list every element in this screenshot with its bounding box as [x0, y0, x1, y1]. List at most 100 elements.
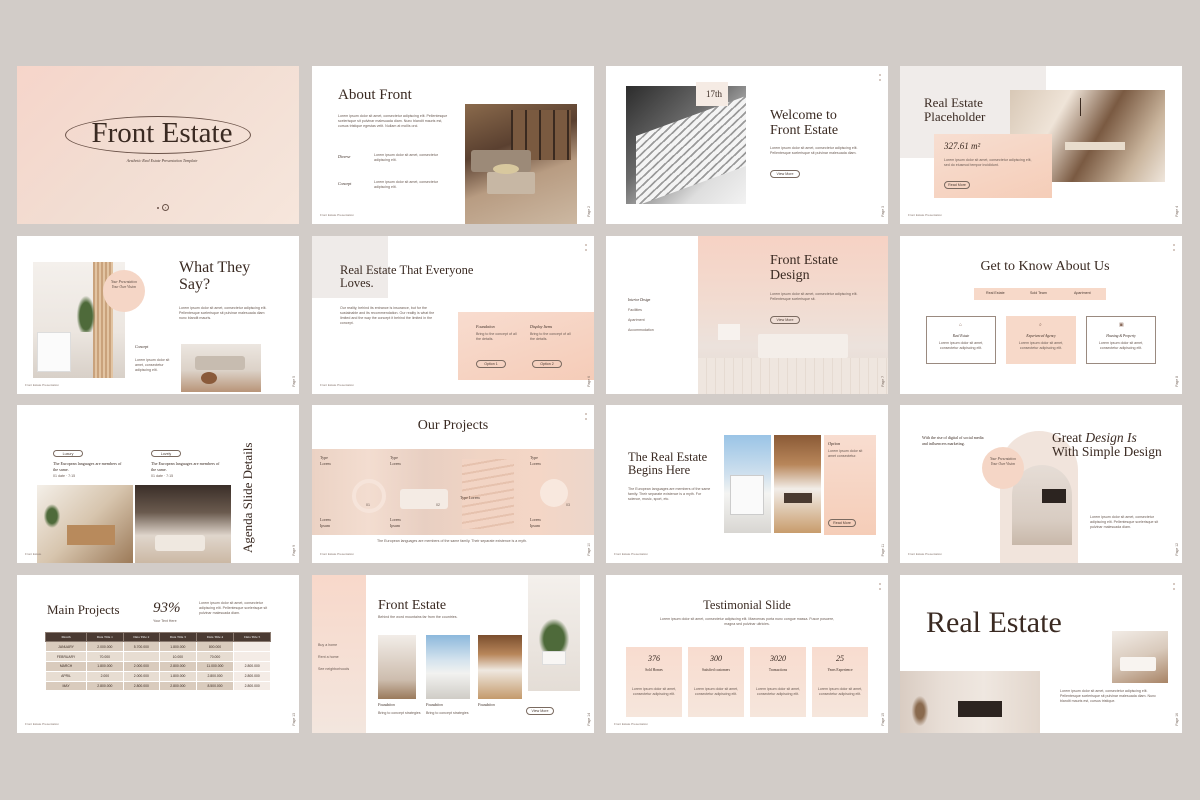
page-number: Page 14: [587, 713, 591, 726]
nav-dot: [157, 207, 159, 209]
slide-real-estate[interactable]: Real Estate Lorem ipsum dolor sit amet, …: [900, 575, 1182, 733]
footer-text: Front Estate Presentation: [614, 552, 649, 556]
page-number: Page 10: [587, 543, 591, 556]
slide-about[interactable]: About Front Lorem ipsum dolor sit amet, …: [312, 66, 594, 224]
project-num-2: 03: [566, 503, 570, 507]
caption-2: Foundation: [426, 703, 443, 707]
slide-design[interactable]: Front Estate Design Lorem ipsum dolor si…: [606, 236, 888, 394]
slide-testimonials[interactable]: What They Say? Your Presentation Your Ow…: [17, 236, 299, 394]
slide-title-text: About Front: [338, 87, 412, 103]
testimonial-body: Lorem ipsum dolor sit amet, consectetur …: [179, 306, 267, 321]
next-arrow-icon[interactable]: ›: [162, 204, 169, 211]
slide-title[interactable]: Front Estate Aesthetic Real Estate Prese…: [17, 66, 299, 224]
vision-badge-text: Your Presentation Your Own Vision: [990, 457, 1016, 467]
dots-decor: [585, 413, 587, 423]
stat-label-0: Sold Homes: [645, 668, 663, 672]
table-cell: APRIL: [44, 670, 88, 682]
slide-main-projects[interactable]: Main Projects 93% 93% Your Text Here Lor…: [17, 575, 299, 733]
concept-small: Lorem ipsum dolor sit amet, consectetur …: [135, 358, 170, 373]
option-text: Lorem ipsum dolor sit amet consectetur.: [828, 449, 863, 459]
menu-item-0[interactable]: Interior Design: [628, 298, 650, 303]
view-more-button[interactable]: View More: [770, 316, 800, 324]
stat-num-1: 300: [710, 654, 722, 663]
table-cell: 70.000: [86, 651, 124, 662]
title-part-3: With Simple Design: [1052, 444, 1162, 460]
menu-item-3[interactable]: Accommodation: [628, 328, 654, 333]
feature-text-2: Lorem ipsum dolor sit amet, consectetur …: [1098, 341, 1144, 351]
table-cell: [233, 651, 271, 662]
slide-title-text: What They Say?: [179, 259, 251, 293]
option2-button[interactable]: Option 2: [532, 360, 562, 368]
list-item-1[interactable]: Rent a home: [318, 655, 339, 660]
project-bottom-0: Lorem Ipsum: [320, 517, 331, 528]
table-cell: 2.800.000: [233, 660, 271, 672]
menu-item-2[interactable]: Apartment: [628, 318, 645, 323]
page-number: Page 11: [881, 543, 885, 556]
table-row: FEBRUARY 70.000 10.000 70.000: [44, 651, 271, 662]
area-body: Lorem ipsum dolor sit amet, consectetur …: [944, 158, 1032, 168]
slide-title-text: Front Estate Design: [770, 253, 839, 283]
badge-text: 17th: [706, 89, 723, 99]
page-number: Page 12: [1175, 543, 1179, 556]
about-body: Lorem ipsum dolor sit amet, consectetur …: [338, 114, 448, 129]
slide-welcome[interactable]: 17th Welcome to Front Estate Lorem ipsum…: [606, 66, 888, 224]
table-header-cell: Data Title 5: [233, 631, 271, 643]
read-more-button[interactable]: Read More: [828, 519, 856, 527]
table-row: MARCH 1.800.000 2.000.000 2.800.000 11.000.0…: [44, 660, 271, 672]
project-label-2: Type Lorem: [460, 495, 480, 500]
table-cell: 2.800.000: [195, 670, 235, 682]
slide-begins[interactable]: The Real Estate Begins Here The European…: [606, 405, 888, 563]
table-header-cell: Data Title 3: [159, 631, 197, 643]
project-label-3: Type Lorem: [530, 455, 541, 466]
table-cell: 1.800.000: [159, 641, 197, 653]
option1-button[interactable]: Option 1: [476, 360, 506, 368]
table-row: MAY 2.800.000 2.800.000 2.800.000 8.500.000 2…: [44, 680, 271, 692]
slide-front-estate[interactable]: Front Estate Behind the word mountains f…: [312, 575, 594, 733]
agenda-head-2: The European languages are members of th…: [151, 461, 220, 472]
slide-placeholder[interactable]: Real Estate Placeholder 327.61 m² Lorem …: [900, 66, 1182, 224]
vision-badge: [984, 449, 1022, 487]
caption-text-2: Bring to concept strategies: [426, 711, 469, 715]
label-concept: Concept: [338, 181, 352, 186]
slide-testimonial[interactable]: Testimonial Slide Lorem ipsum dolor sit …: [606, 575, 888, 733]
tab-real-estate[interactable]: Real Estate: [986, 291, 1005, 296]
read-more-button[interactable]: Read More: [944, 181, 970, 189]
stat-label-3: Years Experience: [827, 668, 853, 672]
living-room-photo: [465, 104, 577, 224]
table-cell: 2.800.000: [233, 680, 271, 692]
table-cell: 800.000: [195, 641, 235, 653]
slide-projects[interactable]: Our Projects Type Lorem Type Lorem Type …: [312, 405, 594, 563]
text-diverse: Lorem ipsum dolor sit amet, consectetur …: [374, 153, 438, 163]
stat-text-1: Lorem ipsum dolor sit amet, consectetur …: [693, 687, 739, 697]
building-icon: ▣: [1119, 322, 1124, 328]
slide-title-text: Get to Know About Us: [980, 259, 1110, 274]
menu-item-1[interactable]: Facilities: [628, 308, 642, 313]
table-header-cell: Month: [44, 631, 88, 643]
footer-text: Front Estate Presentation: [25, 383, 60, 387]
footer-text: Front Estate Presentation: [614, 722, 649, 726]
view-more-button[interactable]: View More: [770, 170, 800, 178]
slide-agenda[interactable]: Luxury Lovely The European languages are…: [17, 405, 299, 563]
slide-about-us[interactable]: Get to Know About Us Real Estate Sold Te…: [900, 236, 1182, 394]
project-num-0: 01: [366, 503, 370, 507]
slide-title-text: Real Estate Placeholder: [924, 95, 986, 124]
design-body: Lorem ipsum dolor sit amet, consectetur …: [770, 292, 858, 302]
list-item-2[interactable]: See neighborhoods: [318, 667, 349, 672]
tab-sold-team[interactable]: Sold Team: [1030, 291, 1047, 296]
list-item-0[interactable]: Buy a home: [318, 643, 337, 648]
table-cell: JANUARY: [44, 641, 88, 653]
table-header-cell: Data Title 4: [195, 631, 235, 643]
lounge-photo: [135, 485, 231, 563]
stat-num-2: 3020: [770, 654, 786, 663]
project-label-1: Type Lorem: [390, 455, 401, 466]
agenda-vertical-title: Agenda Slide Details: [240, 442, 255, 553]
tab-apartment[interactable]: Apartment: [1074, 291, 1091, 296]
view-more-button[interactable]: View More: [526, 707, 554, 715]
stat-text-0: Lorem ipsum dolor sit amet, consectetur …: [631, 687, 677, 697]
slide-great-design[interactable]: With the rise of digital of social media…: [900, 405, 1182, 563]
table-cell: 1.800.000: [159, 670, 197, 682]
stat-text-2: Lorem ipsum dolor sit amet, consectetur …: [755, 687, 801, 697]
page-number: Page 5: [292, 376, 296, 387]
footer-text: Front Estate Presentation: [320, 552, 355, 556]
slide-loves[interactable]: Real Estate That Everyone Loves. Our rea…: [312, 236, 594, 394]
